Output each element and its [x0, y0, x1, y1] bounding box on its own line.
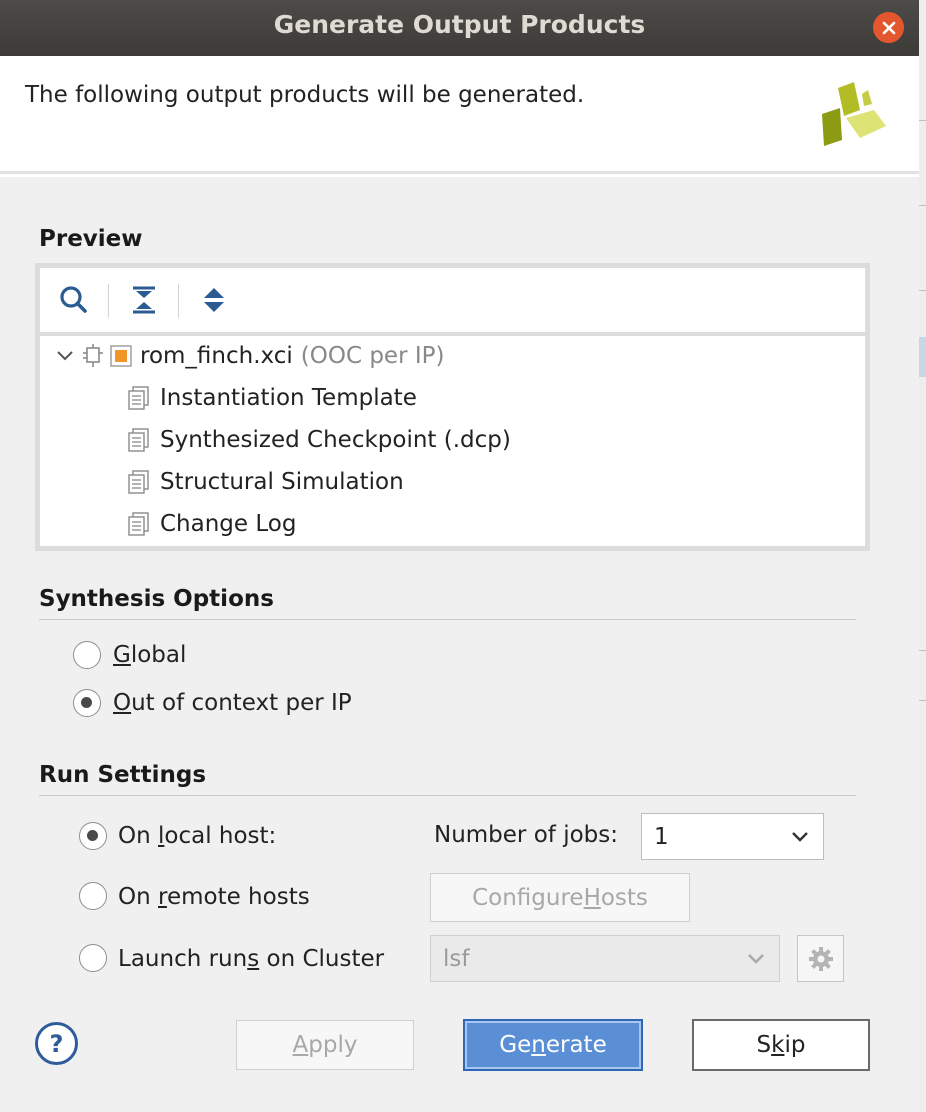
collapse-all-button[interactable]	[126, 282, 162, 318]
preview-title: Preview	[39, 226, 143, 252]
chevron-down-icon	[748, 953, 764, 964]
radio-out-of-context[interactable]	[73, 689, 101, 717]
configure-hosts-button[interactable]: Configure Hosts	[430, 873, 690, 922]
search-button[interactable]	[56, 282, 92, 318]
tree-root-row[interactable]: rom_finch.xci (OOC per IP)	[56, 336, 444, 376]
xci-file-icon	[110, 345, 132, 367]
tree-item-label: Structural Simulation	[160, 469, 404, 495]
radio-global-label[interactable]: Global	[113, 642, 186, 668]
tree-item-label: Change Log	[160, 511, 297, 537]
document-icon	[128, 428, 149, 452]
skip-button[interactable]: Sk ip	[692, 1019, 870, 1071]
tree-item-label: Synthesized Checkpoint (.dcp)	[160, 427, 511, 453]
tree-item[interactable]: Change Log	[128, 504, 296, 544]
radio-cluster-label[interactable]: Launch runs on Cluster	[118, 946, 384, 972]
radio-remote-hosts[interactable]	[79, 882, 107, 910]
synthesis-divider	[39, 619, 856, 620]
document-icon	[128, 470, 149, 494]
document-icon	[128, 512, 149, 536]
expand-all-icon	[204, 288, 224, 312]
radio-out-of-context-label[interactable]: Out of context per IP	[113, 690, 352, 716]
apply-button[interactable]: Apply	[236, 1020, 414, 1070]
tree-item[interactable]: Instantiation Template	[128, 378, 417, 418]
background-window-strip	[919, 0, 926, 1112]
expand-all-button[interactable]	[196, 282, 232, 318]
ip-core-icon	[83, 344, 103, 367]
xilinx-logo	[822, 82, 886, 146]
radio-global[interactable]	[73, 641, 101, 669]
jobs-value: 1	[654, 823, 669, 850]
run-settings-title: Run Settings	[39, 762, 207, 788]
tree-root-suffix: (OOC per IP)	[300, 343, 445, 369]
run-settings-divider	[39, 795, 856, 796]
help-button[interactable]: ?	[35, 1022, 78, 1065]
search-icon	[60, 286, 87, 313]
document-icon	[128, 386, 149, 410]
synthesis-options-title: Synthesis Options	[39, 586, 274, 612]
jobs-label: Number of jobs:	[434, 822, 618, 848]
chevron-down-icon[interactable]	[56, 349, 74, 363]
tree-root-name: rom_finch.xci	[140, 343, 293, 369]
close-button[interactable]	[873, 12, 904, 43]
preview-tree: rom_finch.xci (OOC per IP) Instantiation…	[40, 336, 865, 546]
tree-item-label: Instantiation Template	[160, 385, 417, 411]
radio-cluster[interactable]	[79, 944, 107, 972]
radio-local-host-label[interactable]: On local host:	[118, 823, 276, 849]
cluster-select[interactable]: lsf	[430, 935, 780, 982]
radio-local-host[interactable]	[79, 822, 107, 850]
gear-icon	[808, 946, 833, 971]
close-icon	[882, 21, 895, 34]
generate-button[interactable]: Ge n erate	[463, 1019, 643, 1071]
tree-item[interactable]: Synthesized Checkpoint (.dcp)	[128, 420, 511, 460]
dialog-header: The following output products will be ge…	[0, 56, 919, 174]
preview-toolbar	[40, 268, 865, 332]
tree-item[interactable]: Structural Simulation	[128, 462, 404, 502]
cluster-settings-button[interactable]	[797, 935, 844, 982]
window-title: Generate Output Products	[273, 10, 646, 39]
jobs-select[interactable]: 1	[641, 813, 824, 860]
cluster-value: lsf	[443, 945, 470, 972]
header-message: The following output products will be ge…	[25, 82, 585, 108]
title-bar: Generate Output Products	[0, 0, 919, 56]
chevron-down-icon	[792, 831, 808, 842]
collapse-all-icon	[133, 286, 155, 314]
radio-remote-hosts-label[interactable]: On remote hosts	[118, 884, 310, 910]
